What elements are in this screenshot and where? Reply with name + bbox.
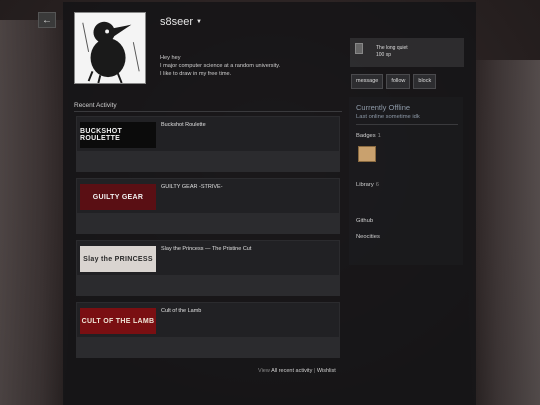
follow-button[interactable]: follow: [386, 74, 411, 89]
game-activity-bar: [77, 275, 339, 295]
game-item[interactable]: BUCKSHOT ROULETTE Buckshot Roulette: [76, 116, 340, 172]
last-online-text: Last online sometime idk: [356, 114, 420, 120]
game-name[interactable]: Buckshot Roulette: [161, 122, 206, 128]
wishlist-link[interactable]: Wishlist: [317, 368, 336, 374]
badges-link[interactable]: Badges 1: [356, 133, 381, 139]
game-thumbnail[interactable]: Slay the PRINCESS: [80, 246, 156, 272]
game-name[interactable]: Slay the Princess — The Pristine Cut: [161, 246, 251, 252]
profile-name[interactable]: s8seer ▼: [160, 16, 202, 28]
game-thumbnail[interactable]: GUILTY GEAR: [80, 184, 156, 210]
featured-badge-xp: 100 xp: [376, 52, 392, 58]
game-name[interactable]: Cult of the Lamb: [161, 308, 201, 314]
status-text: Currently Offline: [356, 103, 411, 112]
featured-badge-title: The long quiet: [376, 45, 408, 51]
arrow-left-icon: ←: [42, 14, 52, 26]
game-thumbnail[interactable]: CULT OF THE LAMB: [80, 308, 156, 334]
game-name[interactable]: GUILTY GEAR -STRIVE-: [161, 184, 223, 190]
all-recent-activity-link[interactable]: All recent activity: [271, 368, 312, 374]
neocities-link[interactable]: Neocities: [356, 234, 380, 240]
game-thumbnail[interactable]: BUCKSHOT ROULETTE: [80, 122, 156, 148]
background-art-right: [468, 60, 540, 405]
divider: [356, 124, 458, 125]
background-art-left: [0, 20, 70, 405]
badge-icon: [355, 43, 363, 54]
game-item[interactable]: Slay the PRINCESS Slay the Princess — Th…: [76, 240, 340, 296]
recent-activity-title: Recent Activity: [74, 102, 117, 109]
badge-icon[interactable]: [358, 146, 376, 162]
game-activity-bar: [77, 337, 339, 357]
github-link[interactable]: Github: [356, 218, 373, 224]
game-activity-bar: [77, 151, 339, 171]
block-button[interactable]: block: [413, 74, 437, 89]
divider: [74, 111, 342, 112]
game-item[interactable]: CULT OF THE LAMB Cult of the Lamb: [76, 302, 340, 358]
library-link[interactable]: Library 6: [356, 182, 379, 188]
game-item[interactable]: GUILTY GEAR GUILTY GEAR -STRIVE-: [76, 178, 340, 234]
profile-actions: message follow block: [351, 74, 437, 89]
message-button[interactable]: message: [351, 74, 384, 89]
game-activity-bar: [77, 213, 339, 233]
featured-badge[interactable]: The long quiet 100 xp: [350, 38, 464, 67]
avatar: [74, 12, 146, 84]
profile-bio: Hey hey I major computer science at a ra…: [160, 55, 281, 77]
crow-avatar-image: [75, 13, 145, 84]
activity-footer: View All recent activity | Wishlist: [258, 368, 336, 374]
back-button[interactable]: ←: [38, 12, 56, 28]
chevron-down-icon[interactable]: ▼: [196, 19, 202, 25]
